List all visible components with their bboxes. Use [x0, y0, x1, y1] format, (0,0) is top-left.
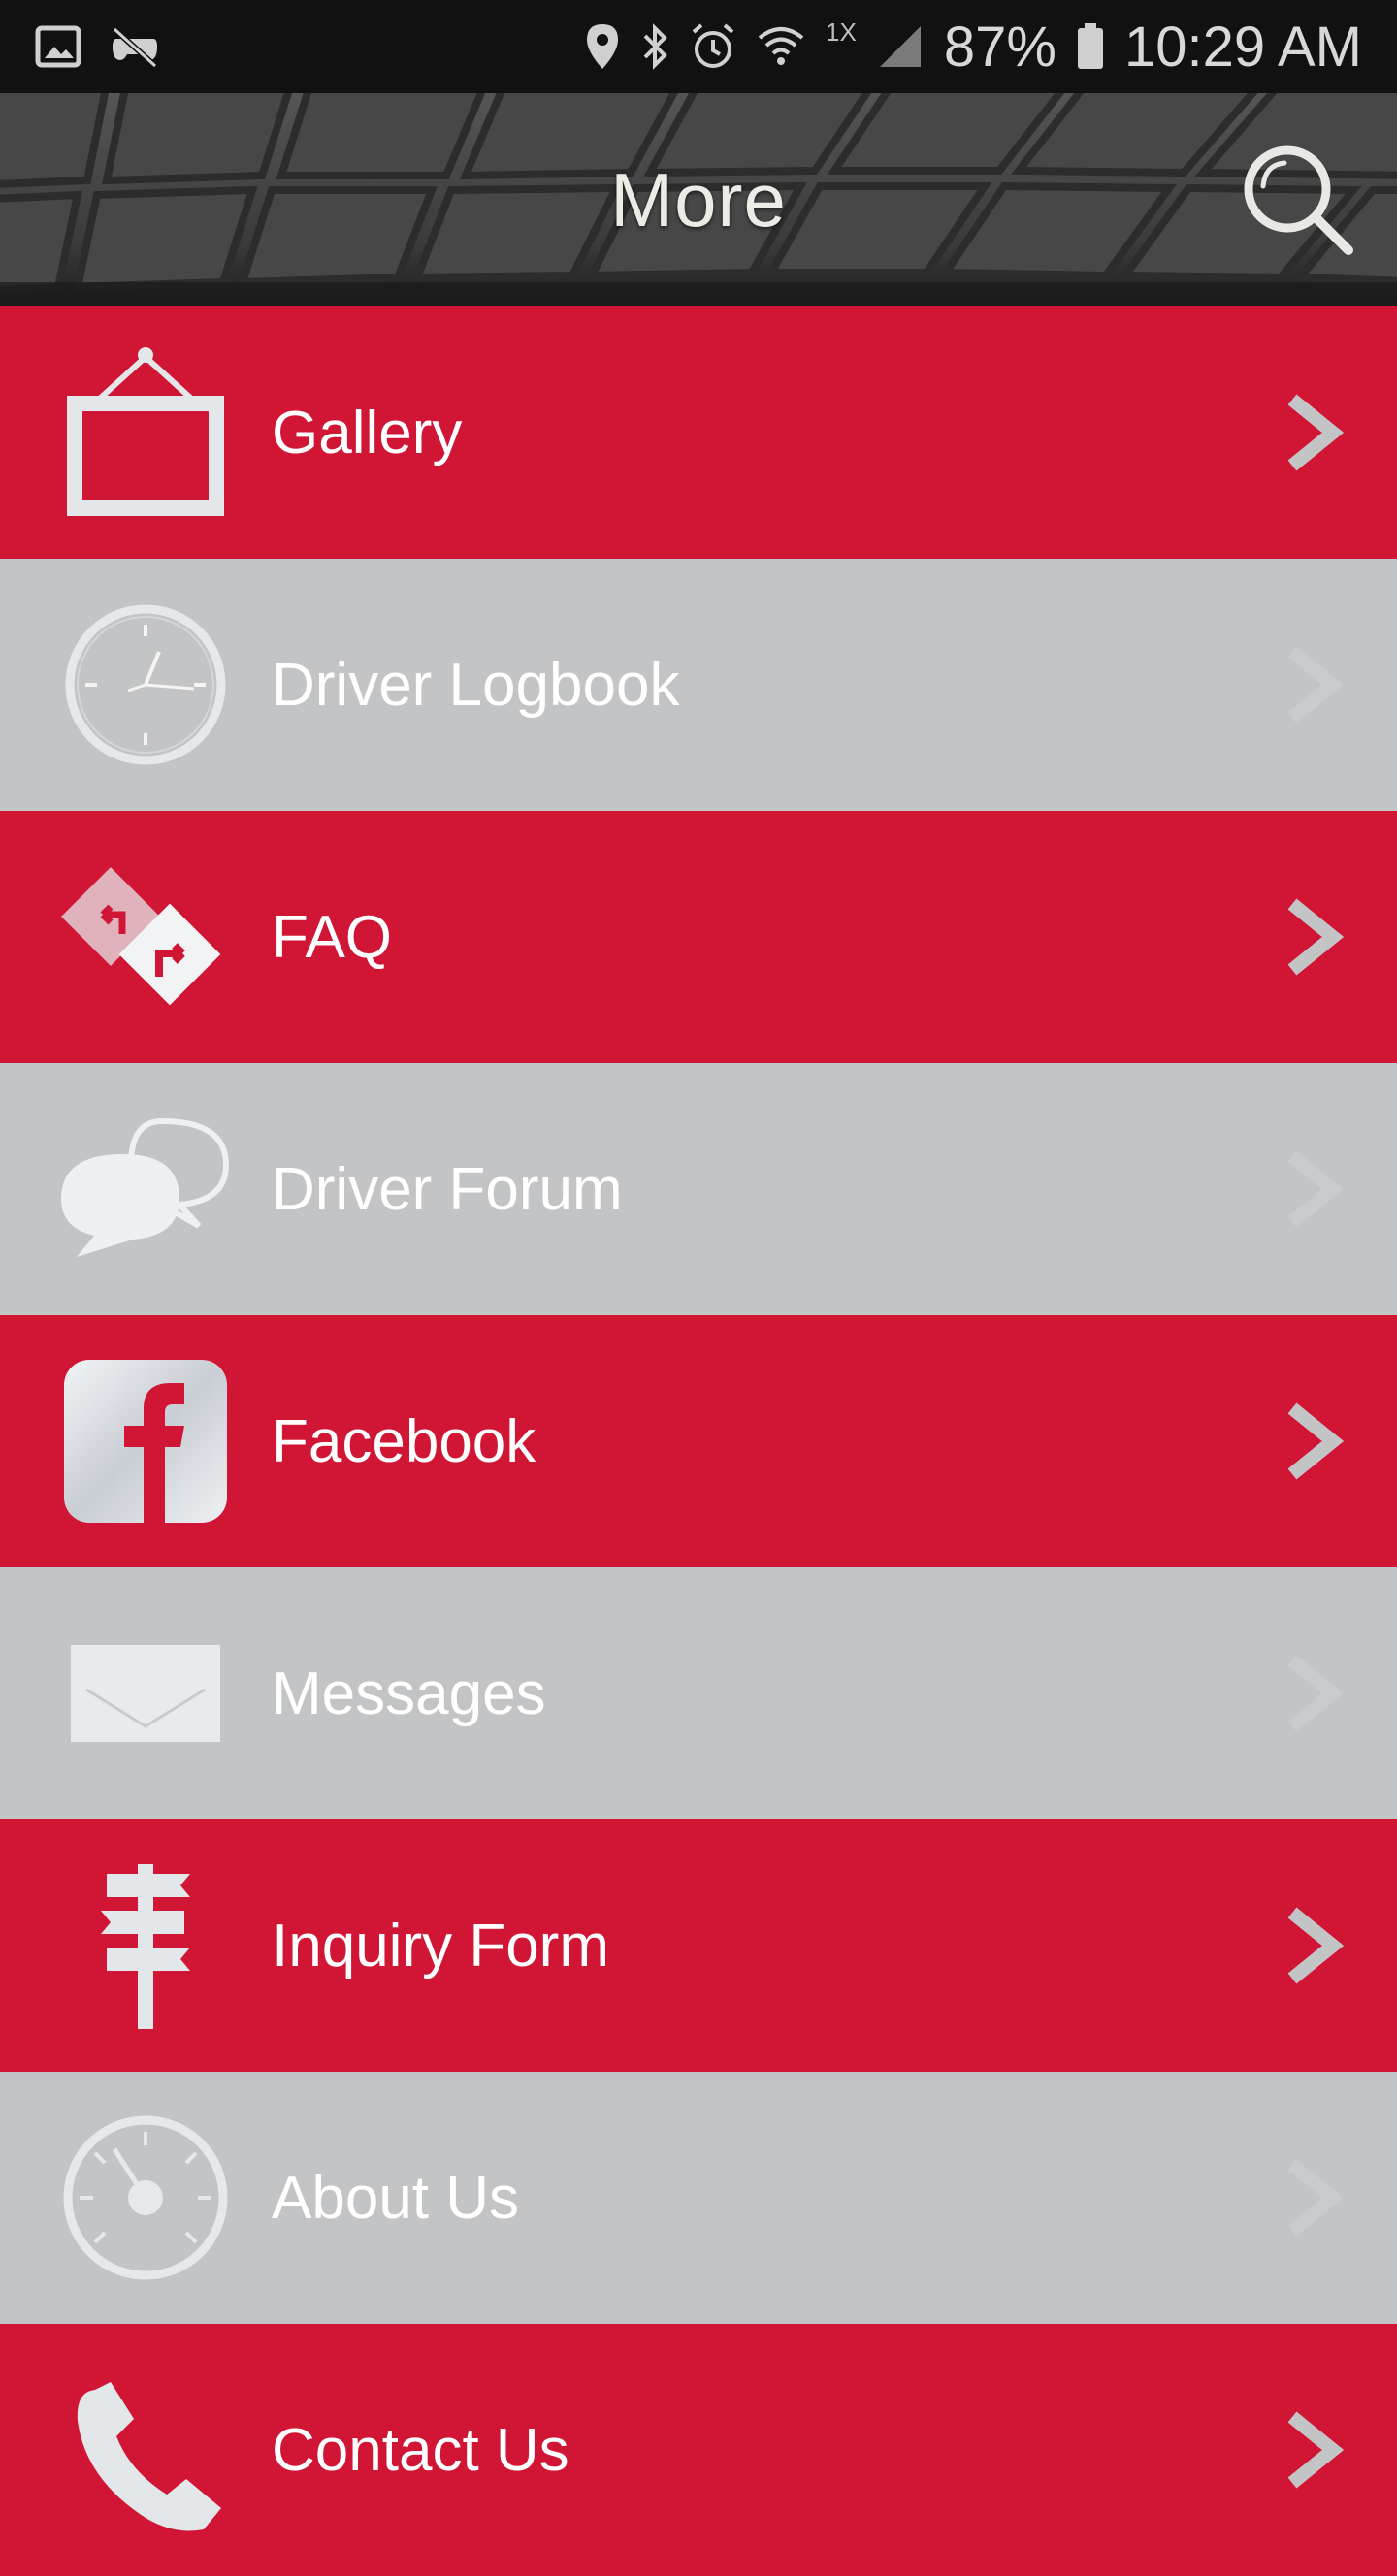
- battery-icon: [1076, 22, 1105, 71]
- search-icon: [1244, 145, 1353, 255]
- status-bar: 1X 87% 10:29 AM: [0, 0, 1397, 93]
- menu-item-messages[interactable]: Messages: [0, 1567, 1397, 1819]
- page-title: More: [610, 156, 787, 242]
- menu-item-facebook[interactable]: Facebook: [0, 1315, 1397, 1567]
- menu-item-about-us[interactable]: About Us: [0, 2072, 1397, 2324]
- signal-icon: [876, 22, 925, 71]
- chevron-right-icon: [1287, 1150, 1345, 1228]
- chevron-right-icon: [1287, 1655, 1345, 1732]
- menu-item-label: Inquiry Form: [272, 1912, 609, 1980]
- clock-time: 10:29 AM: [1123, 15, 1362, 79]
- clock-icon: [65, 604, 226, 765]
- chevron-right-icon: [1287, 898, 1345, 976]
- facebook-icon: [64, 1360, 227, 1523]
- menu-item-label: Gallery: [272, 399, 463, 467]
- chat-bubbles-icon: [61, 1117, 230, 1257]
- menu-item-faq[interactable]: FAQ: [0, 811, 1397, 1063]
- picture-frame-icon: [67, 347, 224, 516]
- image-notification-icon: [35, 25, 81, 68]
- menu-item-label: Driver Logbook: [272, 651, 680, 719]
- menu-item-label: Contact Us: [272, 2416, 569, 2484]
- chevron-right-icon: [1287, 394, 1345, 471]
- signpost-icon: [101, 1864, 190, 2029]
- menu-list: Gallery Driver Logbook FAQ Driver Forum …: [0, 306, 1397, 2576]
- location-icon: [585, 22, 620, 71]
- menu-item-label: About Us: [272, 2164, 520, 2232]
- chevron-right-icon: [1287, 1907, 1345, 1984]
- menu-item-inquiry-form[interactable]: Inquiry Form: [0, 1819, 1397, 2072]
- menu-item-driver-logbook[interactable]: Driver Logbook: [0, 559, 1397, 811]
- menu-item-label: Messages: [272, 1659, 546, 1727]
- phone-icon: [77, 2382, 222, 2531]
- menu-item-driver-forum[interactable]: Driver Forum: [0, 1063, 1397, 1315]
- alarm-icon: [690, 22, 736, 71]
- network-type-label: 1X: [826, 16, 857, 47]
- chevron-right-icon: [1287, 646, 1345, 724]
- menu-item-label: Facebook: [272, 1407, 536, 1475]
- app-header: More: [0, 93, 1397, 306]
- chevron-right-icon: [1287, 2159, 1345, 2237]
- game-controller-off-icon: [109, 25, 161, 68]
- envelope-icon: [71, 1645, 220, 1742]
- wifi-icon: [756, 22, 806, 71]
- search-button[interactable]: [1234, 136, 1360, 262]
- direction-signs-icon: [61, 867, 221, 1006]
- chevron-right-icon: [1287, 2411, 1345, 2489]
- menu-item-gallery[interactable]: Gallery: [0, 306, 1397, 559]
- menu-item-contact-us[interactable]: Contact Us: [0, 2324, 1397, 2576]
- battery-percent: 87%: [943, 15, 1056, 79]
- speedometer-icon: [63, 2115, 228, 2280]
- chevron-right-icon: [1287, 1402, 1345, 1480]
- menu-item-label: Driver Forum: [272, 1155, 623, 1223]
- menu-item-label: FAQ: [272, 903, 393, 971]
- bluetooth-icon: [639, 22, 670, 71]
